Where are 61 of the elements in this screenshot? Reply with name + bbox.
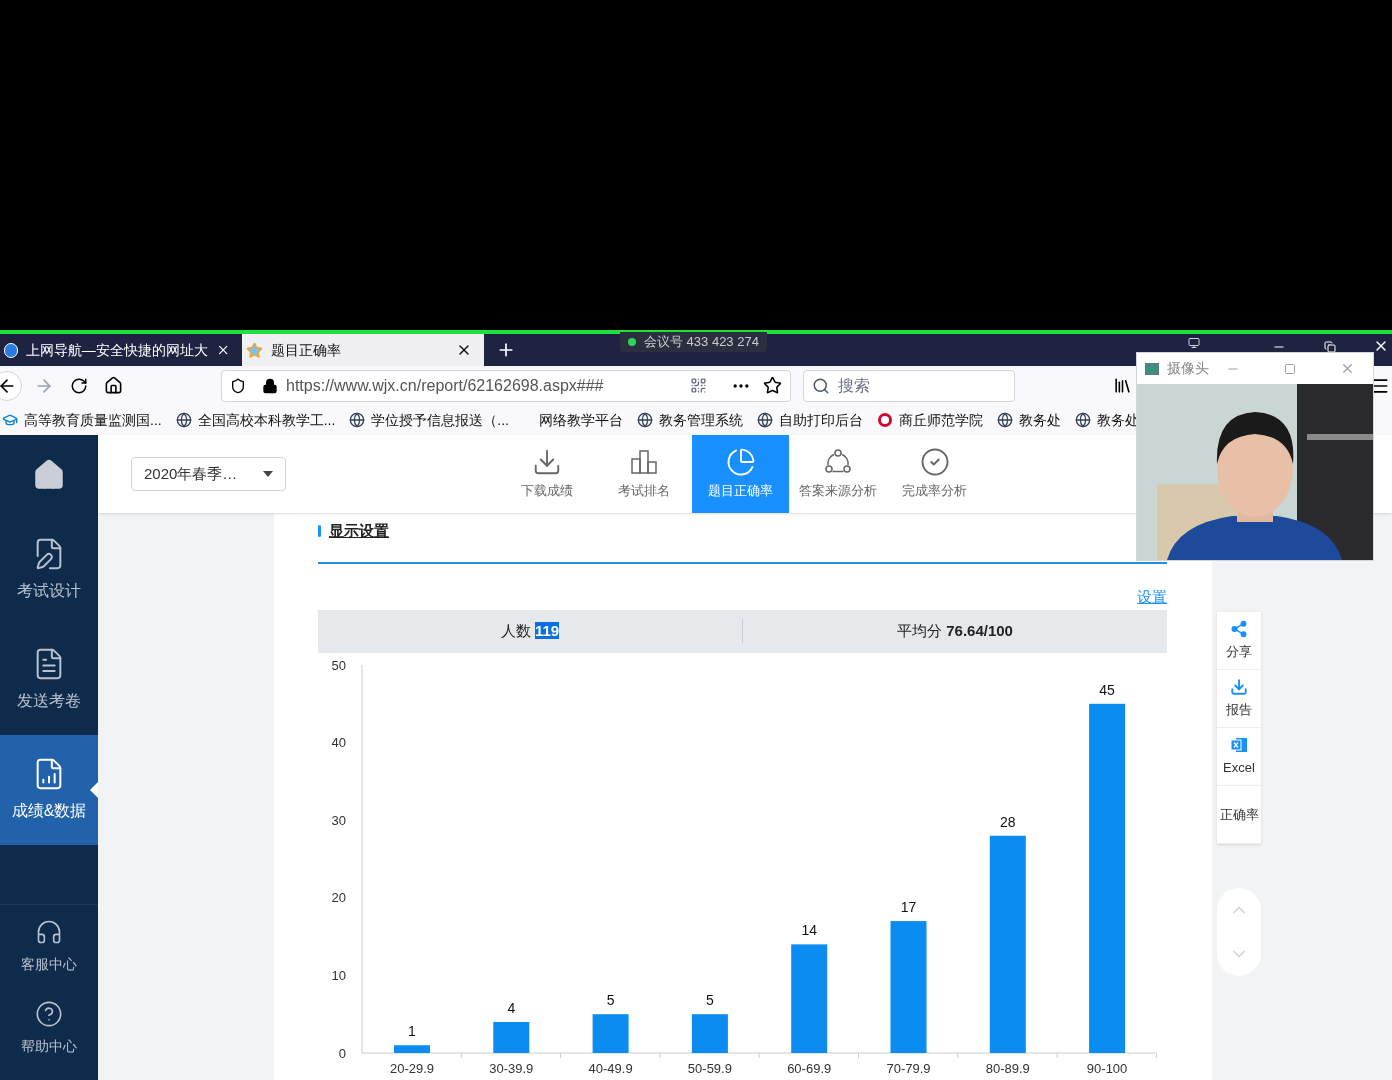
report-tab[interactable]: 考试排名 <box>595 435 692 513</box>
category-label: 50-59.9 <box>687 1061 732 1076</box>
url-text: https://www.wjx.cn/report/62162698.aspx### <box>286 375 605 396</box>
category-label: 40-49.9 <box>588 1061 633 1076</box>
average-score: 平均分 76.64/100 <box>897 621 1013 642</box>
bookmark-link[interactable]: 学位授予信息报送（... <box>371 409 509 431</box>
bookmark-link[interactable]: 高等教育质量监测国... <box>24 409 162 431</box>
report-tab[interactable]: 答案来源分析 <box>789 435 886 513</box>
category-label: 80-89.9 <box>985 1061 1030 1076</box>
tool-button[interactable]: 正确率 <box>1217 786 1261 844</box>
tool-button[interactable]: 报告 <box>1217 670 1261 728</box>
bookmark-link[interactable]: 教务处 <box>1019 409 1061 431</box>
sidebar-item[interactable]: 成绩&数据 <box>0 735 98 845</box>
category-label: 90-100 <box>1086 1061 1128 1076</box>
browser-tab[interactable]: 题目正确率 <box>242 334 484 366</box>
address-bar[interactable]: https://www.wjx.cn/report/62162698.aspx### <box>221 369 791 402</box>
axis-tick-label: 30 <box>331 812 346 828</box>
data-label: 14 <box>801 922 817 939</box>
participant-count: 人数 119 <box>500 621 560 642</box>
data-label: 5 <box>706 992 714 1009</box>
axis-tick-label: 40 <box>331 735 346 751</box>
window-title: 摄像头 <box>1167 359 1209 378</box>
data-label: 17 <box>900 899 917 916</box>
axis-tick-label: 0 <box>338 1045 346 1061</box>
data-label: 28 <box>1000 813 1016 830</box>
tab-title: 题目正确率 <box>271 340 342 360</box>
data-label: 5 <box>606 992 615 1009</box>
tab-title: 上网导航—安全快捷的网址大 <box>25 340 208 360</box>
sidebar-label: 考试设计 <box>17 581 81 601</box>
sidebar-label: 帮助中心 <box>21 1036 77 1056</box>
sidebar-label: 发送考卷 <box>17 691 81 711</box>
tool-button[interactable]: Excel <box>1217 728 1261 786</box>
meeting-number: 会议号 433 423 274 <box>644 333 759 352</box>
sidebar-item[interactable]: 客服中心 <box>0 905 98 987</box>
bookmark-link[interactable]: 网络教学平台 <box>539 409 623 431</box>
category-label: 70-79.9 <box>886 1061 931 1076</box>
sidebar-item[interactable]: 帮助中心 <box>0 987 98 1069</box>
axis-tick-label: 10 <box>331 967 346 983</box>
sidebar-item[interactable]: 发送考卷 <box>0 625 98 735</box>
report-tab[interactable]: 完成率分析 <box>886 435 983 513</box>
axis-tick-label: 20 <box>331 890 346 906</box>
term-dropdown[interactable]: 2020年春季… <box>131 457 286 491</box>
bookmark-link[interactable]: 自助打印后台 <box>779 409 863 431</box>
bookmark-link[interactable]: 商丘师范学院 <box>899 409 983 431</box>
bookmark-link[interactable]: 教务管理系统 <box>659 409 743 431</box>
category-label: 30-39.9 <box>489 1061 534 1076</box>
search-placeholder: 搜索 <box>838 375 870 396</box>
search-field[interactable]: 搜索 <box>803 369 1015 402</box>
tool-button[interactable]: 分享 <box>1217 612 1261 670</box>
data-label: 1 <box>408 1023 416 1040</box>
report-tab[interactable]: 下载成绩 <box>498 435 595 513</box>
sidebar-label: 客服中心 <box>21 954 77 974</box>
category-label: 20-29.9 <box>389 1061 435 1076</box>
data-label: 4 <box>507 999 516 1016</box>
data-label: 45 <box>1099 681 1115 698</box>
section-title: 显示设置 <box>329 520 389 541</box>
category-label: 60-69.9 <box>787 1061 832 1076</box>
bookmark-link[interactable]: 全国高校本科教学工... <box>197 409 336 431</box>
sidebar-label: 成绩&数据 <box>11 801 87 821</box>
axis-tick-label: 50 <box>331 657 346 673</box>
sidebar-item[interactable]: 考试设计 <box>0 515 98 625</box>
